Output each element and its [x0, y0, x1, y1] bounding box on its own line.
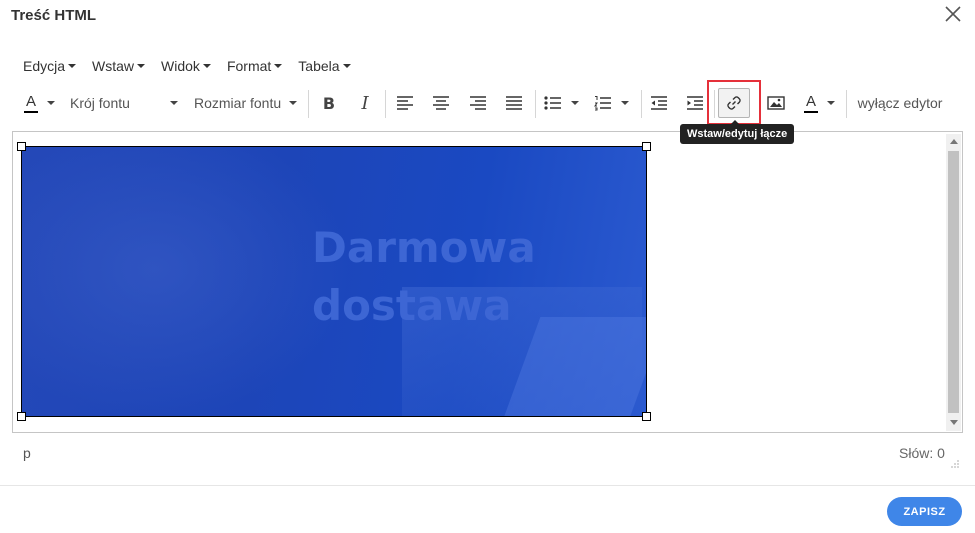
dialog-title: Treść HTML [11, 7, 97, 24]
font-size-select[interactable]: Rozmiar fontu [194, 88, 297, 118]
toolbar-divider [714, 90, 715, 118]
menu-label: Wstaw [92, 58, 135, 74]
insert-image-button[interactable] [765, 88, 787, 118]
resize-handle-bottom-right[interactable] [642, 412, 651, 421]
chevron-down-icon [170, 101, 178, 105]
font-size-value: Rozmiar fontu [194, 95, 282, 111]
disable-editor-button[interactable]: wyłącz edytor [854, 88, 946, 118]
banner-background: Darmowa dostawa [22, 147, 646, 416]
indent-icon [687, 96, 703, 110]
resize-handle-top-right[interactable] [642, 142, 651, 151]
resize-grip-icon[interactable] [950, 456, 960, 468]
scroll-down-arrow-icon[interactable] [950, 420, 958, 425]
banner-headline: Darmowa dostawa [312, 219, 536, 335]
editor-content-area[interactable]: Darmowa dostawa [12, 131, 963, 433]
toolbar-divider [308, 90, 309, 118]
numbered-list-button[interactable] [592, 88, 614, 118]
background-color-button[interactable]: A [800, 88, 822, 118]
banner-person-shape [22, 147, 352, 416]
text-color-dropdown[interactable] [44, 88, 58, 118]
resize-handle-top-left[interactable] [17, 142, 26, 151]
toolbar-divider [385, 90, 386, 118]
chevron-down-icon [274, 64, 283, 68]
font-family-value: Krój fontu [70, 95, 130, 111]
italic-icon: I [361, 92, 369, 114]
toolbar-divider [846, 90, 847, 118]
bullet-list-dropdown[interactable] [568, 88, 582, 118]
chevron-down-icon [289, 101, 297, 105]
italic-button[interactable]: I [354, 88, 376, 118]
resize-handle-bottom-left[interactable] [17, 412, 26, 421]
footer-divider [0, 485, 975, 486]
chevron-down-icon [68, 64, 77, 68]
toolbar: A Krój fontu Rozmiar fontu B I A wyłącz … [14, 88, 964, 118]
chevron-down-icon [827, 101, 835, 105]
text-color-button[interactable]: A [20, 88, 42, 118]
background-color-icon: A [804, 94, 818, 113]
bullet-list-icon [544, 96, 561, 110]
element-path[interactable]: p [23, 445, 31, 461]
insert-link-button[interactable] [718, 88, 750, 118]
menu-widok[interactable]: Widok [153, 56, 219, 76]
toolbar-divider [535, 90, 536, 118]
chevron-down-icon [621, 101, 629, 105]
numbered-list-dropdown[interactable] [618, 88, 632, 118]
numbered-list-icon [594, 96, 611, 111]
align-justify-icon [506, 96, 522, 110]
menu-label: Edycja [23, 58, 66, 74]
link-icon [727, 96, 741, 110]
chevron-down-icon [137, 64, 146, 68]
close-button[interactable] [941, 2, 965, 26]
scroll-up-arrow-icon[interactable] [950, 139, 958, 144]
link-tooltip: Wstaw/edytuj łącze [680, 120, 795, 144]
align-right-button[interactable] [467, 88, 489, 118]
image-icon [767, 96, 785, 110]
menu-tabela[interactable]: Tabela [290, 56, 358, 76]
word-count: Słów: 0 [899, 445, 945, 461]
menu-label: Widok [161, 58, 200, 74]
align-justify-button[interactable] [503, 88, 525, 118]
menu-format[interactable]: Format [219, 56, 290, 76]
align-right-icon [470, 96, 486, 110]
toolbar-divider [641, 90, 642, 118]
bold-icon: B [322, 93, 336, 113]
editor-scrollbar[interactable] [946, 134, 961, 431]
banner-image[interactable]: Darmowa dostawa [21, 146, 647, 417]
menu-label: Format [226, 58, 272, 74]
background-color-letter: A [805, 92, 816, 110]
menu-wstaw[interactable]: Wstaw [84, 56, 153, 76]
font-family-select[interactable]: Krój fontu [70, 88, 178, 118]
align-left-button[interactable] [394, 88, 416, 118]
outdent-icon [651, 96, 667, 110]
bullet-list-button[interactable] [542, 88, 564, 118]
indent-button[interactable] [684, 88, 706, 118]
chevron-down-icon [47, 101, 55, 105]
menubar: Edycja Wstaw Widok Format Tabela [15, 56, 359, 76]
chevron-down-icon [571, 101, 579, 105]
background-color-dropdown[interactable] [824, 88, 838, 118]
menu-edycja[interactable]: Edycja [15, 56, 84, 76]
text-color-letter: A [25, 92, 36, 110]
scrollbar-thumb[interactable] [948, 151, 959, 413]
align-left-icon [397, 96, 413, 110]
save-button[interactable]: ZAPISZ [887, 497, 962, 526]
outdent-button[interactable] [648, 88, 670, 118]
bold-button[interactable]: B [318, 88, 340, 118]
chevron-down-icon [342, 64, 351, 68]
align-center-icon [433, 96, 449, 110]
chevron-down-icon [202, 64, 211, 68]
banner-line-2: dostawa [312, 281, 512, 330]
disable-editor-label: wyłącz edytor [857, 95, 943, 111]
banner-line-1: Darmowa [312, 223, 536, 272]
text-color-icon: A [24, 94, 38, 113]
align-center-button[interactable] [430, 88, 452, 118]
close-icon [945, 6, 961, 22]
menu-label: Tabela [298, 58, 340, 74]
